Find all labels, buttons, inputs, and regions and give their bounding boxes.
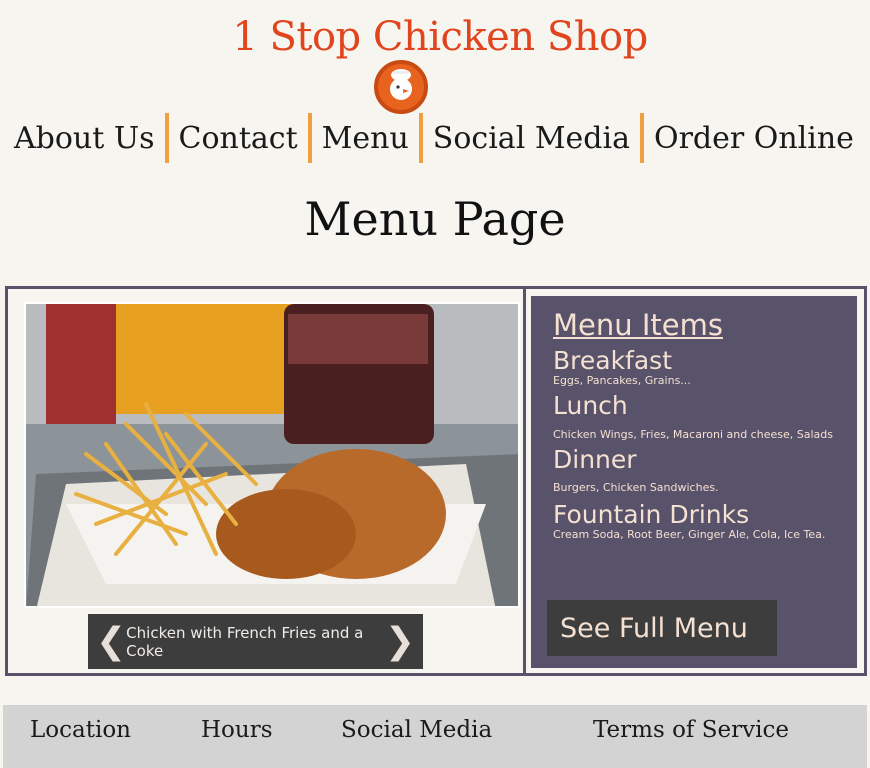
menu-category-fountain-drinks[interactable]: Fountain Drinks xyxy=(553,501,857,528)
page-title: Menu Page xyxy=(304,192,566,246)
footer-hours-link[interactable]: Hours xyxy=(201,717,273,743)
main-nav: About Us Contact Menu Social Media Order… xyxy=(0,112,870,164)
chicken-chef-logo[interactable] xyxy=(374,60,428,114)
chicken-icon xyxy=(390,69,412,100)
menu-category-dinner[interactable]: Dinner xyxy=(553,446,857,473)
menu-category-desc: Cream Soda, Root Beer, Ginger Ale, Cola,… xyxy=(553,528,826,541)
slideshow-caption-bar: ❮ Chicken with French Fries and a Coke ❯ xyxy=(88,614,423,669)
chevron-right-icon[interactable]: ❯ xyxy=(385,623,415,660)
menu-category-desc: Burgers, Chicken Sandwiches. xyxy=(553,480,719,494)
nav-separator xyxy=(639,113,644,163)
footer-social-media-link[interactable]: Social Media xyxy=(341,717,492,743)
menu-category-breakfast[interactable]: Breakfast xyxy=(553,347,857,374)
frame-divider xyxy=(523,289,526,673)
footer-terms-link[interactable]: Terms of Service xyxy=(593,717,789,743)
nav-contact[interactable]: Contact xyxy=(179,121,298,156)
nav-order-online[interactable]: Order Online xyxy=(654,121,854,156)
menu-category-desc: Eggs, Pancakes, Grains... xyxy=(553,374,691,388)
nav-separator xyxy=(418,113,423,163)
slideshow-caption: Chicken with French Fries and a Coke xyxy=(126,623,364,660)
nav-social-media[interactable]: Social Media xyxy=(433,121,630,156)
food-photo xyxy=(24,302,520,608)
content-frame: ❮ Chicken with French Fries and a Coke ❯… xyxy=(5,286,867,676)
menu-category-lunch[interactable]: Lunch xyxy=(553,392,857,419)
nav-separator xyxy=(164,113,169,163)
see-full-menu-button[interactable]: See Full Menu xyxy=(547,600,777,656)
menu-items-panel: Menu Items Breakfast Eggs, Pancakes, Gra… xyxy=(531,296,857,668)
chevron-left-icon[interactable]: ❮ xyxy=(96,623,126,660)
footer-location-link[interactable]: Location xyxy=(30,717,131,743)
brand-title: 1 Stop Chicken Shop xyxy=(232,14,648,60)
nav-menu[interactable]: Menu xyxy=(322,121,409,156)
menu-items-heading[interactable]: Menu Items xyxy=(553,308,857,342)
chicken-fries-coke-image xyxy=(26,304,518,606)
nav-separator xyxy=(307,113,312,163)
footer: Location Hours Social Media Terms of Ser… xyxy=(3,705,867,768)
nav-about-us[interactable]: About Us xyxy=(14,121,155,156)
menu-category-desc: Chicken Wings, Fries, Macaroni and chees… xyxy=(553,427,833,441)
brand-header: 1 Stop Chicken Shop xyxy=(0,14,870,60)
